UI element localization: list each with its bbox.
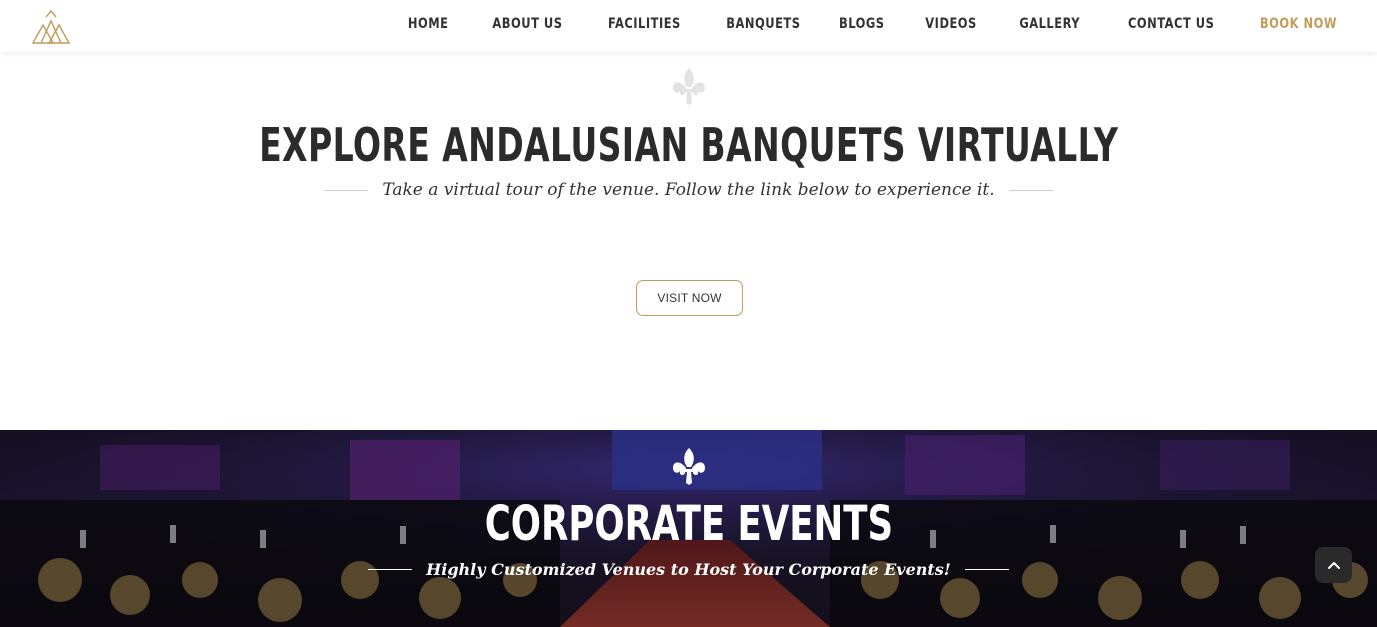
fleur-de-lis-icon (673, 448, 705, 485)
site-header: HOME ABOUT US FACILITIES BANQUETS BLOGS … (0, 0, 1377, 52)
nav-about-us[interactable]: ABOUT US (493, 16, 563, 32)
scroll-to-top-button[interactable] (1315, 547, 1352, 583)
chevron-up-icon (1327, 562, 1340, 569)
nav-book-now[interactable]: BOOK NOW (1260, 16, 1337, 32)
corporate-events-title: CORPORATE EVENTS (484, 496, 893, 552)
nav-banquets[interactable]: BANQUETS (726, 16, 800, 32)
fleur-de-lis-icon (673, 68, 705, 105)
nav-home[interactable]: HOME (408, 16, 449, 32)
corporate-subtitle: Highly Customized Venues to Host Your Co… (426, 560, 951, 579)
explore-subtitle: Take a virtual tour of the venue. Follow… (382, 180, 995, 200)
explore-subtitle-row: Take a virtual tour of the venue. Follow… (0, 180, 1377, 200)
nav-facilities[interactable]: FACILITIES (608, 16, 681, 32)
divider-line (324, 189, 369, 191)
explore-title: EXPLORE ANDALUSIAN BANQUETS VIRTUALLY (258, 118, 1119, 172)
divider-line (368, 569, 413, 570)
nav-contact-us[interactable]: CONTACT US (1128, 16, 1214, 32)
corporate-events-banner: CORPORATE EVENTS Highly Customized Venue… (0, 430, 1377, 627)
corporate-subtitle-row: Highly Customized Venues to Host Your Co… (0, 560, 1377, 579)
triangle-logo-icon[interactable] (30, 9, 72, 45)
divider-line (964, 569, 1009, 570)
nav-gallery[interactable]: GALLERY (1019, 16, 1080, 32)
main-nav: HOME ABOUT US FACILITIES BANQUETS BLOGS … (370, 0, 1337, 48)
divider-line (1008, 189, 1053, 191)
nav-blogs[interactable]: BLOGS (839, 16, 885, 32)
visit-now-button[interactable]: VISIT NOW (636, 280, 743, 316)
nav-videos[interactable]: VIDEOS (925, 16, 977, 32)
